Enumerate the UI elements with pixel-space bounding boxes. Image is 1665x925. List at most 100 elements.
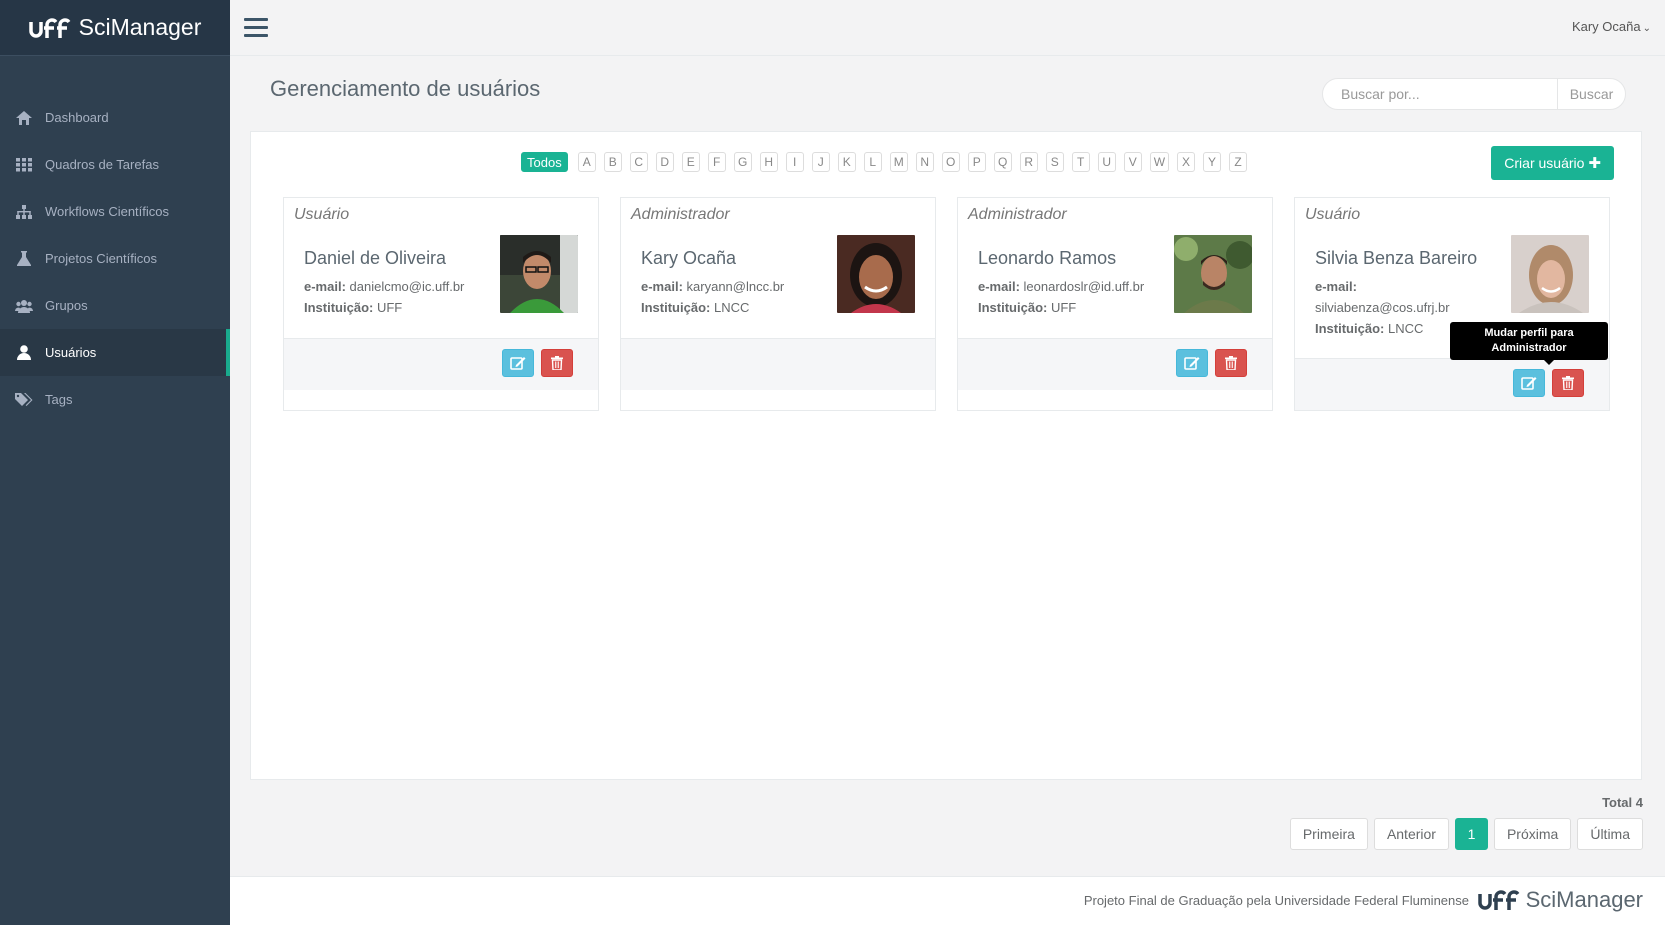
avatar [1174,235,1252,313]
letter-filter-a[interactable]: A [577,152,596,172]
letter-filter-j[interactable]: J [811,152,830,172]
sidebar-item-usuarios[interactable]: Usuários [0,329,230,376]
letter-filter-e[interactable]: E [681,152,700,172]
letter-filter-c[interactable]: C [629,152,648,172]
letter-filter-v[interactable]: V [1123,152,1142,172]
chevron-down-icon: ⌄ [1642,23,1651,34]
trash-icon [551,356,563,370]
flask-icon [15,251,33,267]
page-current-button[interactable]: 1 [1454,818,1488,850]
edit-icon [510,357,526,370]
letter-filter-h[interactable]: H [759,152,778,172]
letter-filter-all[interactable]: Todos [521,152,568,172]
user-info: e-mail: danielcmo@ic.uff.br Instituição:… [304,276,494,318]
user-name: Silvia Benza Bareiro [1315,248,1478,268]
letter-filter-w[interactable]: W [1149,152,1170,172]
letter-filter-f[interactable]: F [707,152,726,172]
sidebar: SciManager Dashboard Quadros de Tarefas … [0,0,230,925]
user-role: Usuário [294,206,350,223]
user-info: e-mail: karyann@lncc.br Instituição: LNC… [641,276,831,318]
letter-filter-g[interactable]: G [733,152,752,172]
user-role: Administrador [968,206,1067,223]
letter-filter-k[interactable]: K [837,152,856,172]
institution-label: Instituição: [641,300,711,315]
letter-filter-x[interactable]: X [1177,152,1196,172]
letter-filter-l[interactable]: L [863,152,882,172]
user-name: Daniel de Oliveira [304,248,447,268]
letter-filter: Todos A B C D E F G H I J K L M N O P Q R S T U V W X Y Z [521,152,1255,172]
user-info: e-mail: leonardoslr@id.uff.br Instituiçã… [978,276,1168,318]
sidebar-item-grupos[interactable]: Grupos [0,282,230,329]
avatar [837,235,915,313]
search-button[interactable]: Buscar [1557,79,1625,109]
letter-filter-s[interactable]: S [1045,152,1064,172]
sidebar-item-quadros[interactable]: Quadros de Tarefas [0,141,230,188]
total-count: Total 4 [1602,795,1643,810]
letter-filter-b[interactable]: B [603,152,622,172]
sidebar-item-label: Dashboard [45,110,109,125]
sidebar-item-workflows[interactable]: Workflows Científicos [0,188,230,235]
sidebar-item-tags[interactable]: Tags [0,376,230,423]
topbar: Kary Ocaña ⌄ [230,0,1665,56]
trash-icon [1225,356,1237,370]
edit-button[interactable] [1513,369,1545,397]
letter-filter-i[interactable]: I [785,152,804,172]
uff-logo-icon [28,17,71,38]
user-email: karyann@lncc.br [686,279,785,294]
delete-button[interactable] [1552,369,1584,397]
email-label: e-mail: [1315,279,1357,294]
delete-button[interactable] [1215,349,1247,377]
letter-filter-u[interactable]: U [1097,152,1116,172]
letter-filter-q[interactable]: Q [993,152,1012,172]
create-user-label: Criar usuário [1504,155,1585,171]
page-first-button[interactable]: Primeira [1289,818,1368,850]
search-input[interactable] [1323,79,1557,109]
edit-icon [1184,357,1200,370]
letter-filter-y[interactable]: Y [1203,152,1222,172]
edit-button[interactable] [502,349,534,377]
user-card: Usuário Daniel de Oliveira e-mail: danie… [283,197,599,411]
user-menu[interactable]: Kary Ocaña ⌄ [1572,19,1651,34]
page-last-button[interactable]: Última [1577,818,1643,850]
email-label: e-mail: [641,279,683,294]
letter-filter-d[interactable]: D [655,152,674,172]
user-email: leonardoslr@id.uff.br [1023,279,1145,294]
letter-filter-z[interactable]: Z [1229,152,1248,172]
sidebar-item-dashboard[interactable]: Dashboard [0,94,230,141]
letter-filter-p[interactable]: P [967,152,986,172]
user-cards: Usuário Daniel de Oliveira e-mail: danie… [283,197,1631,411]
sidebar-item-label: Usuários [45,345,97,360]
institution-label: Instituição: [978,300,1048,315]
sidebar-item-projetos[interactable]: Projetos Científicos [0,235,230,282]
institution-label: Instituição: [304,300,374,315]
footer: Projeto Final de Graduação pela Universi… [230,876,1665,925]
letter-filter-m[interactable]: M [889,152,908,172]
page-prev-button[interactable]: Anterior [1373,818,1449,850]
page-next-button[interactable]: Próxima [1493,818,1572,850]
home-icon [15,110,33,126]
card-footer [284,338,598,390]
grid-icon [15,157,33,173]
edit-button[interactable] [1176,349,1208,377]
brand-logo: SciManager [28,14,202,41]
user-email: silviabenza@cos.ufrj.br [1315,300,1450,315]
brand[interactable]: SciManager [0,0,230,56]
menu-toggle-icon[interactable] [244,18,268,38]
avatar [1511,235,1589,313]
users-icon [15,298,33,314]
edit-icon [1521,377,1537,390]
email-label: e-mail: [304,279,346,294]
sidebar-nav: Dashboard Quadros de Tarefas Workflows C… [0,94,230,423]
letter-filter-r[interactable]: R [1019,152,1038,172]
letter-filter-o[interactable]: O [941,152,960,172]
footer-brand: SciManager [1525,887,1643,912]
create-user-button[interactable]: Criar usuário ✚ [1491,146,1614,180]
letter-filter-t[interactable]: T [1071,152,1090,172]
user-role: Administrador [631,206,730,223]
trash-icon [1562,376,1574,390]
sitemap-icon [15,204,33,220]
user-name: Kary Ocaña [1571,19,1641,34]
brand-name: SciManager [78,14,202,40]
letter-filter-n[interactable]: N [915,152,934,172]
delete-button[interactable] [541,349,573,377]
